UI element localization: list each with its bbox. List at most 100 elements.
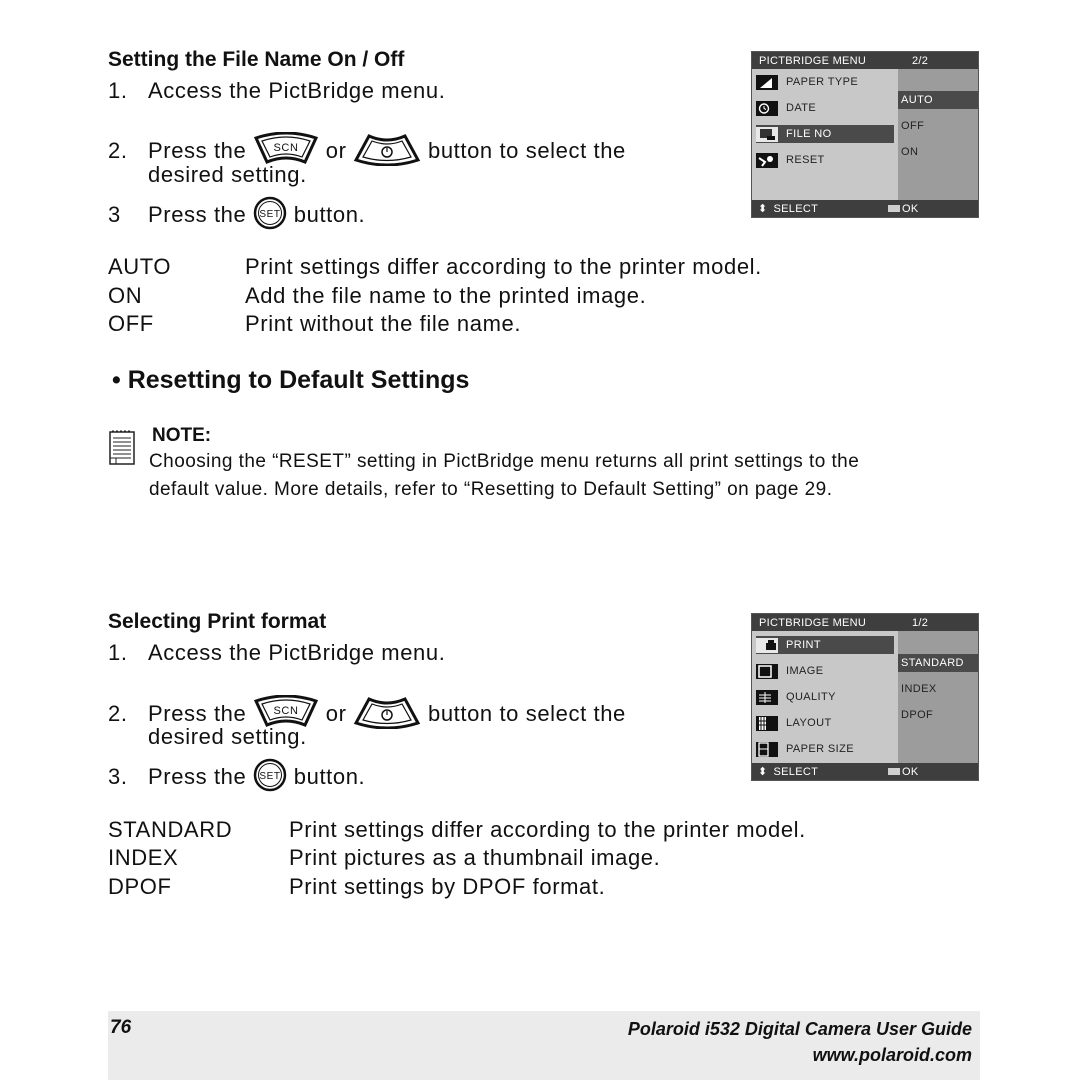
set-key-icon [888,768,900,775]
definition-term: DPOF [108,874,172,899]
svg-text:SCN: SCN [274,142,299,154]
pictbridge-menu-screen-1: PICTBRIDGE MENU 1/2 PRINT IMAGE QUALITY … [751,613,979,781]
lcd-option-list: AUTO OFF ON [898,69,978,200]
lcd-ok-hint: OK [888,203,919,215]
lcd-ok-label: OK [902,765,919,778]
lcd-item-label: PAPER TYPE [786,76,859,88]
step-text: or [325,137,347,163]
step-text: Press the [148,763,247,789]
definition-term: OFF [108,311,154,336]
lcd-item-reset[interactable]: RESET [756,151,894,169]
lcd-item-paper-type[interactable]: PAPER TYPE [756,73,894,91]
step-1: 1. Access the PictBridge menu. [108,640,445,666]
website-url[interactable]: www.polaroid.com [813,1045,972,1066]
self-timer-down-button-icon [353,695,421,735]
lcd-item-label: PAPER SIZE [786,743,854,755]
step-number: 3 [108,201,121,227]
lcd-item-quality[interactable]: QUALITY [756,688,894,706]
definition-term: STANDARD [108,817,233,842]
definition-term: AUTO [108,254,172,279]
lcd-option-on[interactable]: ON [898,143,978,161]
lcd-option-standard[interactable]: STANDARD [898,654,978,672]
step-text: Press the [148,700,247,726]
step-text: button. [293,201,366,227]
step-3: 3 Press the SET button. [108,196,365,236]
definition-desc: Print settings by DPOF format. [289,874,606,899]
lcd-menu-items: PAPER TYPE DATE FILE NO RESET [752,69,898,200]
lcd-item-label: LAYOUT [786,717,832,729]
image-icon [756,663,778,679]
step-number: 1. [108,640,128,665]
lcd-footer: ⬍ SELECT OK [752,200,978,217]
wrench-reset-icon [756,152,778,168]
lcd-ok-hint: OK [888,766,919,778]
step-2-continued: desired setting. [148,724,307,749]
lcd-item-label: QUALITY [786,691,836,703]
self-timer-down-button-icon [353,132,421,172]
lcd-item-image[interactable]: IMAGE [756,662,894,680]
clock-icon [756,100,778,116]
step-text: button. [293,763,366,789]
guide-title: Polaroid i532 Digital Camera User Guide [627,1019,972,1039]
section-heading-file-name: Setting the File Name On / Off [108,48,405,71]
set-key-icon [888,205,900,212]
lcd-page-indicator: 2/2 [912,54,929,67]
note-icon [108,428,136,471]
lcd-item-print[interactable]: PRINT [756,636,894,654]
lcd-title: PICTBRIDGE MENU [759,616,867,629]
step-1: 1. Access the PictBridge menu. [108,78,445,104]
lcd-option-list: STANDARD INDEX DPOF [898,631,978,763]
step-text: or [325,700,347,726]
definition-desc: Print pictures as a thumbnail image. [289,845,661,870]
page-footer: 76 Polaroid i532 Digital Camera User Gui… [108,1011,980,1080]
definition-desc: Print settings differ according to the p… [289,817,806,842]
lcd-item-date[interactable]: DATE [756,99,894,117]
lcd-option-index[interactable]: INDEX [898,680,978,698]
set-button-icon: SET [253,196,287,236]
step-text: button to select the [427,137,626,163]
file-number-icon [756,126,778,142]
step-number: 2. [108,700,128,726]
lcd-item-label: IMAGE [786,665,824,677]
lcd-item-file-no[interactable]: FILE NO [756,125,894,143]
paper-size-icon [756,741,778,757]
lcd-select-hint: SELECT [773,202,819,215]
definition-term: INDEX [108,845,179,870]
section-heading-reset: • Resetting to Default Settings [112,366,470,394]
definition-desc: Add the file name to the printed image. [245,283,647,308]
lcd-item-paper-size[interactable]: PAPER SIZE [756,740,894,758]
svg-text:SCN: SCN [274,705,299,717]
step-3: 3. Press the SET button. [108,758,365,798]
step-number: 2. [108,137,128,163]
step-text: Press the [148,137,247,163]
set-button-icon: SET [253,758,287,798]
lcd-ok-label: OK [902,202,919,215]
paper-type-icon [756,74,778,90]
note-text-line-2: default value. More details, refer to “R… [149,479,833,500]
lcd-footer: ⬍ SELECT OK [752,763,978,780]
note-label: NOTE: [152,425,212,446]
up-down-arrow-icon: ⬍ [758,766,768,778]
step-2-continued: desired setting. [148,162,307,187]
lcd-select-hint: SELECT [773,765,819,778]
lcd-option-dpof[interactable]: DPOF [898,706,978,724]
lcd-title-bar: PICTBRIDGE MENU 1/2 [752,614,978,631]
section-heading-print-format: Selecting Print format [108,610,327,633]
lcd-title-bar: PICTBRIDGE MENU 2/2 [752,52,978,69]
layout-icon [756,715,778,731]
pictbridge-menu-screen-2: PICTBRIDGE MENU 2/2 PAPER TYPE DATE FILE… [751,51,979,218]
printer-icon [756,637,778,653]
step-text: Access the PictBridge menu. [148,78,446,103]
lcd-option-auto[interactable]: AUTO [898,91,978,109]
lcd-option-off[interactable]: OFF [898,117,978,135]
definition-term: ON [108,283,143,308]
lcd-item-label: PRINT [786,639,821,651]
note-text-line-1: Choosing the “RESET” setting in PictBrid… [149,451,860,472]
up-down-arrow-icon: ⬍ [758,203,768,215]
definition-desc: Print without the file name. [245,311,522,336]
lcd-item-label: FILE NO [786,128,832,140]
lcd-item-layout[interactable]: LAYOUT [756,714,894,732]
lcd-menu-items: PRINT IMAGE QUALITY LAYOUT PAPER SIZE [752,631,898,763]
lcd-title: PICTBRIDGE MENU [759,54,867,67]
svg-text:SET: SET [259,209,280,220]
